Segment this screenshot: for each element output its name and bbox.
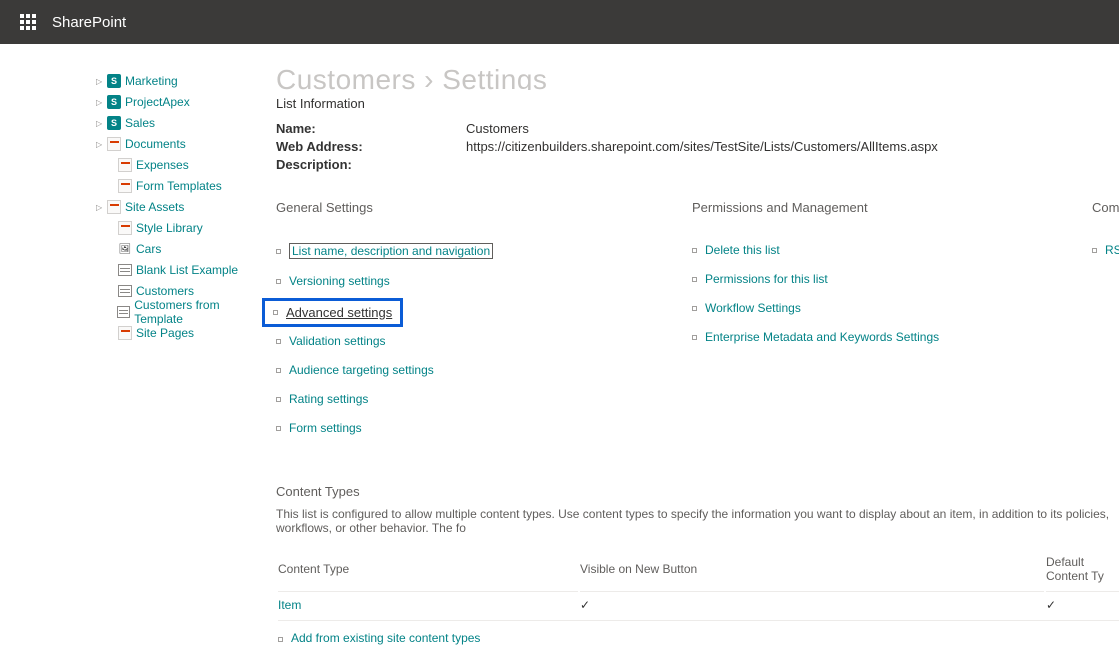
tree-link[interactable]: Sales — [125, 116, 155, 130]
list-info-label: List Information — [276, 96, 1119, 111]
site-icon: S — [107, 116, 121, 130]
table-row: Add from existing site content types — [278, 620, 1119, 651]
library-icon — [118, 221, 132, 235]
picture-icon: 🖼 — [118, 242, 132, 256]
highlight-box: Advanced settings — [262, 298, 403, 327]
tree-row: 🖼 Cars — [96, 240, 260, 258]
tree-row: Form Templates — [96, 177, 260, 195]
tree-link[interactable]: ProjectApex — [125, 95, 190, 109]
expander-icon[interactable]: ▷ — [96, 98, 105, 107]
name-label: Name: — [276, 121, 466, 136]
bullet-icon — [276, 339, 281, 344]
tree-row: Customers from Template — [96, 303, 260, 321]
tree-link[interactable]: Blank List Example — [136, 263, 238, 277]
library-icon — [118, 158, 132, 172]
tree-row: ▷ Site Assets — [96, 198, 260, 216]
list-icon — [117, 306, 130, 318]
validation-settings-link[interactable]: Validation settings — [289, 334, 386, 348]
tree-link[interactable]: Expenses — [136, 158, 189, 172]
library-icon — [107, 200, 121, 214]
library-icon — [118, 179, 132, 193]
tree-link[interactable]: Customers — [136, 284, 194, 298]
tree-link[interactable]: Site Assets — [125, 200, 184, 214]
tree-link[interactable]: Customers from Template — [134, 298, 260, 326]
list-name-link[interactable]: List name, description and navigation — [289, 243, 493, 259]
add-content-type-link[interactable]: Add from existing site content types — [291, 631, 480, 645]
col-default: Default Content Ty — [1046, 555, 1119, 589]
expander-icon[interactable]: ▷ — [96, 77, 105, 86]
form-settings-link[interactable]: Form settings — [289, 421, 362, 435]
audience-targeting-link[interactable]: Audience targeting settings — [289, 363, 434, 377]
bullet-icon — [278, 637, 283, 642]
list-icon — [118, 285, 132, 297]
library-icon — [118, 326, 132, 340]
tree-row: Blank List Example — [96, 261, 260, 279]
enterprise-metadata-link[interactable]: Enterprise Metadata and Keywords Setting… — [705, 330, 939, 344]
tree-link[interactable]: Documents — [125, 137, 186, 151]
bullet-icon — [276, 249, 281, 254]
permissions-link[interactable]: Permissions for this list — [705, 272, 828, 286]
content-types-header: Content Types — [276, 484, 1119, 499]
site-tree: ▷SMarketing▷SProjectApex▷SSales▷Document… — [0, 72, 260, 653]
col-visible: Visible on New Button — [580, 555, 1044, 589]
workflow-settings-link[interactable]: Workflow Settings — [705, 301, 801, 315]
col-content-type: Content Type — [278, 555, 578, 589]
bullet-icon — [692, 277, 697, 282]
tree-link[interactable]: Style Library — [136, 221, 203, 235]
tree-link[interactable]: Cars — [136, 242, 161, 256]
bullet-icon — [692, 306, 697, 311]
general-settings-header: General Settings — [276, 200, 692, 215]
expander-icon[interactable]: ▷ — [96, 140, 105, 149]
tree-link[interactable]: Site Pages — [136, 326, 194, 340]
rating-settings-link[interactable]: Rating settings — [289, 392, 368, 406]
tree-row: Style Library — [96, 219, 260, 237]
table-row: Item ✓ ✓ — [278, 591, 1119, 618]
tree-row: ▷S ProjectApex — [96, 93, 260, 111]
bullet-icon — [276, 368, 281, 373]
bullet-icon — [1092, 248, 1097, 253]
tree-row: ▷ Documents — [96, 135, 260, 153]
bullet-icon — [276, 426, 281, 431]
bullet-icon — [276, 397, 281, 402]
expander-icon[interactable]: ▷ — [96, 203, 105, 212]
library-icon — [107, 137, 121, 151]
name-value: Customers — [466, 121, 529, 136]
check-icon: ✓ — [580, 591, 1044, 618]
versioning-settings-link[interactable]: Versioning settings — [289, 274, 390, 288]
bullet-icon — [276, 279, 281, 284]
page-title: Customers › Settings — [276, 64, 1119, 90]
tree-link[interactable]: Form Templates — [136, 179, 222, 193]
site-icon: S — [107, 74, 121, 88]
description-label: Description: — [276, 157, 466, 172]
brand-label: SharePoint — [52, 14, 126, 31]
delete-list-link[interactable]: Delete this list — [705, 243, 780, 257]
site-icon: S — [107, 95, 121, 109]
expander-icon[interactable]: ▷ — [96, 119, 105, 128]
bullet-icon — [273, 310, 278, 315]
suite-nav: SharePoint — [0, 0, 1119, 44]
tree-row: ▷S Sales — [96, 114, 260, 132]
list-icon — [118, 264, 132, 276]
permissions-header: Permissions and Management — [692, 200, 1092, 215]
check-icon: ✓ — [1046, 591, 1119, 618]
bullet-icon — [692, 335, 697, 340]
advanced-settings-link[interactable]: Advanced settings — [286, 305, 392, 320]
web-address-label: Web Address: — [276, 139, 466, 154]
rss-link[interactable]: RSS — [1105, 243, 1119, 257]
tree-row: ▷S Marketing — [96, 72, 260, 90]
tree-link[interactable]: Marketing — [125, 74, 178, 88]
app-launcher-icon[interactable] — [8, 0, 48, 44]
tree-row: Site Pages — [96, 324, 260, 342]
communications-header: Comm — [1092, 200, 1119, 215]
web-address-value: https://citizenbuilders.sharepoint.com/s… — [466, 139, 938, 154]
bullet-icon — [692, 248, 697, 253]
content-type-item-link[interactable]: Item — [278, 598, 301, 612]
tree-row: Expenses — [96, 156, 260, 174]
content-types-desc: This list is configured to allow multipl… — [276, 507, 1119, 535]
